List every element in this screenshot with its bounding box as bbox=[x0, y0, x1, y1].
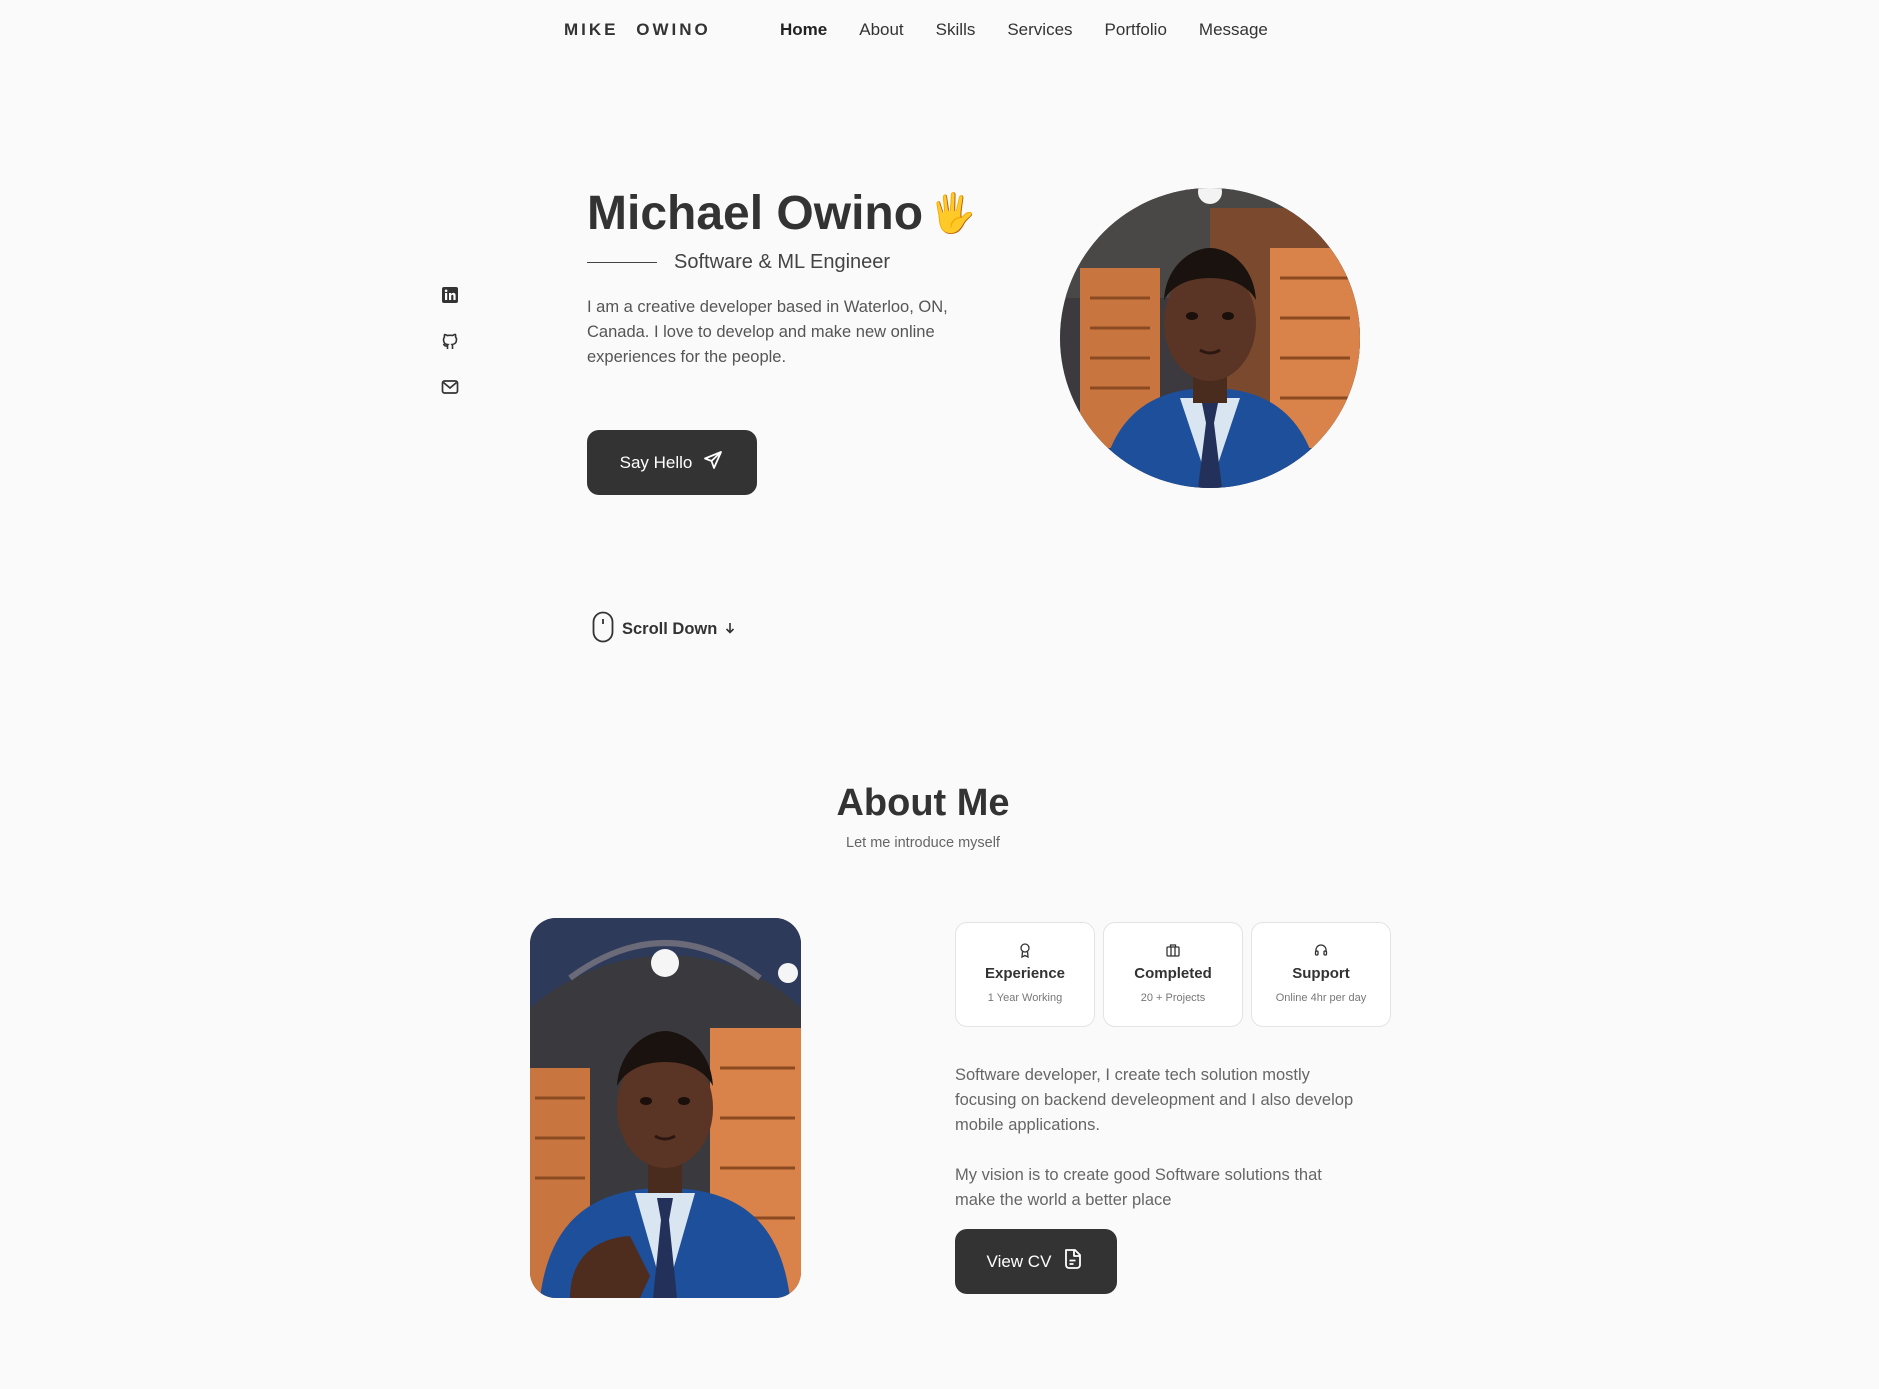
card-subtitle: 1 Year Working bbox=[987, 992, 1063, 1004]
scroll-down-label: Scroll Down bbox=[622, 620, 718, 638]
nav-about[interactable]: About bbox=[859, 20, 903, 40]
mail-icon[interactable] bbox=[440, 376, 460, 398]
nav-portfolio[interactable]: Portfolio bbox=[1105, 20, 1167, 40]
hero-subtitle-row: Software & ML Engineer bbox=[587, 251, 890, 274]
logo[interactable]: MIKE OWINO bbox=[564, 20, 711, 40]
document-icon bbox=[1061, 1247, 1085, 1276]
hero-subtitle: Software & ML Engineer bbox=[674, 251, 891, 273]
view-cv-button[interactable]: View CV bbox=[955, 1229, 1117, 1294]
about-subtitle: Let me introduce myself bbox=[846, 835, 1000, 851]
say-hello-button[interactable]: Say Hello bbox=[587, 430, 757, 495]
about-photo bbox=[530, 918, 801, 1298]
about-paragraph-1: Software developer, I create tech soluti… bbox=[955, 1066, 1354, 1134]
view-cv-label: View CV bbox=[986, 1251, 1052, 1271]
experience-card: Experience 1 Year Working bbox=[955, 922, 1095, 1027]
card-subtitle: Online 4hr per day bbox=[1275, 992, 1367, 1004]
card-subtitle: 20 + Projects bbox=[1140, 992, 1206, 1004]
social-links bbox=[440, 284, 460, 398]
github-icon[interactable] bbox=[440, 330, 460, 352]
card-title: Support bbox=[1292, 965, 1350, 982]
headset-icon bbox=[1313, 942, 1329, 958]
send-icon bbox=[702, 449, 724, 476]
page: MIKE OWINO Home About Skills Services Po… bbox=[0, 0, 1879, 1389]
completed-card: Completed 20 + Projects bbox=[1103, 922, 1243, 1027]
arrow-down-icon bbox=[725, 620, 735, 639]
award-icon bbox=[1017, 942, 1033, 959]
subtitle-divider bbox=[587, 262, 657, 263]
card-title: Experience bbox=[984, 965, 1066, 982]
linkedin-icon[interactable] bbox=[440, 284, 460, 306]
say-hello-label: Say Hello bbox=[619, 452, 693, 472]
nav-services[interactable]: Services bbox=[1007, 20, 1072, 40]
nav-skills[interactable]: Skills bbox=[936, 20, 976, 40]
about-info-cards: Experience 1 Year Working Completed 20 +… bbox=[955, 922, 1391, 1027]
briefcase-icon bbox=[1165, 942, 1181, 958]
hero-name-text: Michael Owino bbox=[587, 187, 924, 240]
hero-description: I am a creative developer based in Water… bbox=[587, 298, 948, 366]
nav-home[interactable]: Home bbox=[780, 20, 827, 40]
about-paragraph-2: My vision is to create good Software sol… bbox=[955, 1166, 1322, 1209]
mouse-icon bbox=[592, 611, 614, 648]
nav-message[interactable]: Message bbox=[1199, 20, 1268, 40]
main-nav: Home About Skills Services Portfolio Mes… bbox=[780, 20, 1300, 40]
scroll-down-link[interactable]: Scroll Down bbox=[592, 611, 735, 648]
support-card: Support Online 4hr per day bbox=[1251, 922, 1391, 1027]
hero-name: Michael Owino 🖐 bbox=[587, 186, 976, 241]
about-title: About Me bbox=[836, 782, 1010, 824]
card-title: Completed bbox=[1134, 965, 1212, 982]
profile-avatar bbox=[1060, 188, 1360, 488]
wave-icon: 🖐 bbox=[929, 192, 977, 235]
